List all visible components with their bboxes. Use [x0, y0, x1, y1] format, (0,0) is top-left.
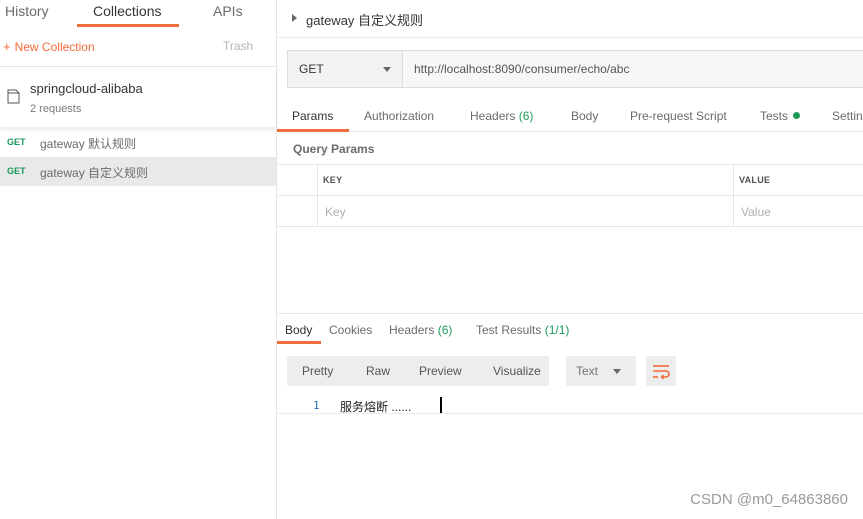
view-mode-group: Pretty Raw Preview Visualize	[287, 356, 549, 386]
caret-right-icon[interactable]	[292, 14, 297, 22]
plus-icon: +	[3, 39, 11, 54]
response-tab-test-results-count: (1/1)	[544, 323, 570, 337]
request-item[interactable]: GET gateway 默认规则	[0, 128, 276, 157]
key-header: KEY	[323, 175, 343, 185]
method-badge: GET	[7, 166, 26, 176]
query-params-label: Query Params	[293, 142, 375, 156]
view-visualize-button[interactable]: Visualize	[493, 364, 541, 378]
value-input[interactable]	[734, 196, 863, 227]
active-tab-indicator	[277, 341, 321, 344]
key-cell	[318, 196, 734, 227]
sidebar-tabs: History Collections APIs	[0, 0, 276, 28]
tab-headers-count: (6)	[518, 109, 534, 123]
folder-icon	[7, 89, 20, 104]
request-panel: gateway 自定义规则 GET Params Authorization H…	[277, 0, 863, 519]
view-preview-button[interactable]: Preview	[419, 364, 462, 378]
chevron-down-icon	[613, 369, 621, 374]
url-input[interactable]	[404, 51, 863, 87]
response-tab-body[interactable]: Body	[285, 323, 312, 337]
tab-params[interactable]: Params	[292, 109, 333, 123]
tab-history[interactable]: History	[5, 3, 49, 19]
trash-button[interactable]: Trash	[223, 39, 253, 53]
request-tabs: Params Authorization Headers (6) Body Pr…	[277, 100, 863, 132]
table-row	[277, 196, 863, 227]
tab-apis[interactable]: APIs	[213, 3, 243, 19]
chevron-down-icon	[383, 67, 391, 72]
response-tab-test-results[interactable]: Test Results (1/1)	[476, 323, 569, 337]
request-name: gateway 默认规则	[40, 137, 137, 151]
response-tab-headers[interactable]: Headers (6)	[389, 323, 452, 337]
row-gutter	[277, 196, 318, 227]
tab-tests[interactable]: Tests	[760, 109, 801, 123]
line-number: 1	[313, 399, 320, 412]
tab-collections[interactable]: Collections	[93, 3, 161, 19]
collection-request-count: 2 requests	[30, 103, 82, 115]
request-item-selected[interactable]: GET gateway 自定义规则	[0, 157, 276, 186]
query-params-table: KEY VALUE	[277, 164, 863, 227]
collection-name: springcloud-alibaba	[30, 81, 143, 96]
sidebar-toolbar: + New Collection Trash	[0, 28, 276, 67]
value-header: VALUE	[739, 175, 771, 185]
response-line-text: 服务熔断 ......	[340, 400, 412, 414]
tab-headers[interactable]: Headers (6)	[470, 109, 533, 123]
response-tab-headers-count: (6)	[437, 323, 453, 337]
new-collection-label: New Collection	[14, 40, 95, 54]
request-name: gateway 自定义规则	[40, 166, 149, 180]
tab-headers-label: Headers	[470, 109, 516, 123]
response-body-editor[interactable]: 1 服务熔断 ......	[277, 396, 863, 414]
value-cell	[734, 196, 863, 227]
response-tab-cookies[interactable]: Cookies	[329, 323, 372, 337]
status-dot-icon	[793, 112, 801, 119]
response-tabs: Body Cookies Headers (6) Test Results (1…	[277, 314, 863, 344]
format-select[interactable]: Text	[566, 356, 636, 386]
active-tab-indicator	[277, 129, 349, 132]
text-cursor	[440, 397, 442, 413]
wrap-lines-button[interactable]	[646, 356, 676, 386]
wrap-lines-icon	[653, 365, 670, 380]
tab-pre-request-script[interactable]: Pre-request Script	[630, 109, 727, 123]
active-tab-indicator	[77, 24, 179, 27]
response-tab-test-results-label: Test Results	[476, 323, 542, 337]
method-badge: GET	[7, 137, 26, 147]
sidebar: History Collections APIs + New Collection…	[0, 0, 277, 519]
url-bar: GET	[287, 50, 863, 88]
new-collection-button[interactable]: + New Collection	[3, 39, 95, 54]
tab-settings[interactable]: Settin	[832, 109, 863, 123]
method-select[interactable]: GET	[288, 51, 403, 87]
view-raw-button[interactable]: Raw	[366, 364, 390, 378]
tab-authorization[interactable]: Authorization	[364, 109, 434, 123]
response-tab-headers-label: Headers	[389, 323, 435, 337]
tab-tests-label: Tests	[760, 109, 789, 123]
request-title-bar: gateway 自定义规则	[277, 0, 863, 38]
view-pretty-button[interactable]: Pretty	[302, 364, 333, 378]
watermark: CSDN @m0_64863860	[690, 491, 848, 508]
row-gutter	[277, 165, 318, 195]
key-column-header: KEY	[318, 165, 734, 195]
method-value: GET	[299, 62, 324, 76]
request-title[interactable]: gateway 自定义规则	[306, 10, 423, 29]
collection-item[interactable]: springcloud-alibaba 2 requests	[0, 67, 276, 127]
key-input[interactable]	[318, 196, 733, 227]
value-column-header: VALUE	[734, 165, 863, 195]
table-header-row: KEY VALUE	[277, 165, 863, 196]
format-value: Text	[576, 364, 599, 378]
tab-body[interactable]: Body	[571, 109, 598, 123]
